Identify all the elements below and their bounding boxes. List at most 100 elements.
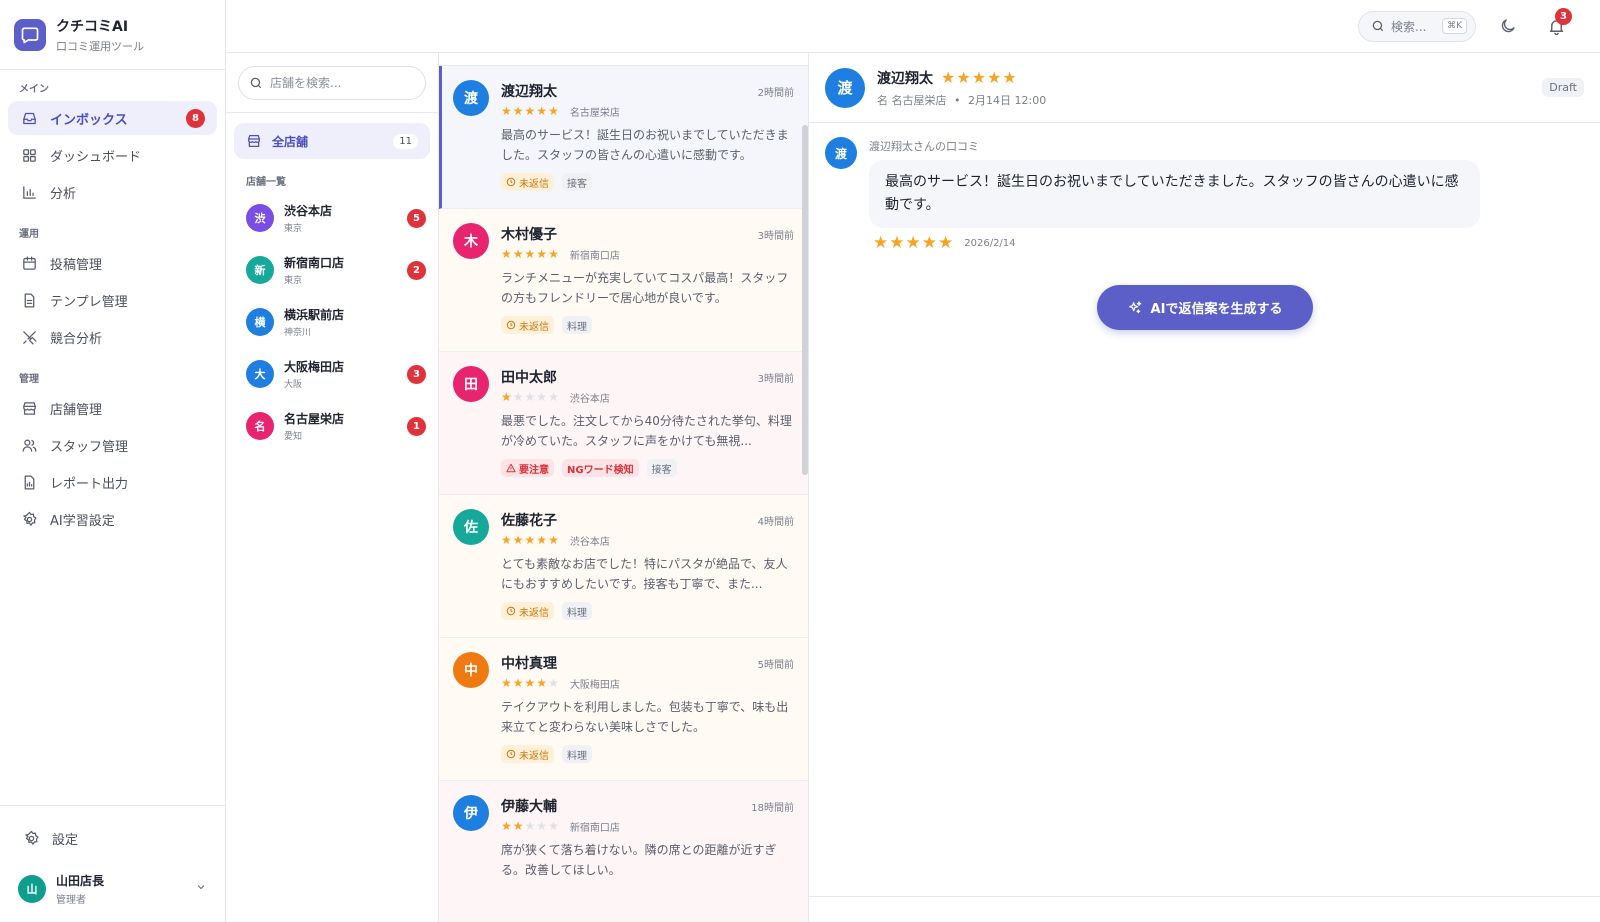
sidebar-item-gear[interactable]: AI学習設定: [8, 502, 217, 536]
review-time: 5時間前: [757, 659, 794, 671]
store-avatar: 渋: [246, 204, 274, 232]
star-empty-icon: ★: [536, 390, 548, 404]
document-icon: [20, 291, 38, 309]
sidebar-item-settings[interactable]: 設定: [0, 818, 225, 858]
store-name: 渋谷本店: [284, 204, 333, 218]
review-text-bubble: 最高のサービス！誕生日のお祝いまでしていただきました。スタッフの皆さんの心遣いに…: [869, 160, 1480, 228]
sidebar-item-store[interactable]: 店舗管理: [8, 391, 217, 425]
store-name: 大阪梅田店: [569, 679, 620, 691]
store-name: 大阪梅田店: [284, 360, 345, 374]
store-item[interactable]: 新新宿南口店 東京 2: [226, 244, 438, 296]
reviewer-name: 中村真理: [501, 656, 557, 672]
inbox-icon: [20, 109, 38, 127]
star-empty-icon: ★: [536, 819, 548, 833]
store-name: 渋谷本店: [569, 393, 610, 405]
notifications-button[interactable]: 3: [1540, 8, 1572, 42]
store-name: 名古屋栄店: [284, 412, 345, 426]
sidebar-item-users[interactable]: スタッフ管理: [8, 428, 217, 462]
review-card[interactable]: 田田中太郎 3時間前 ★ ★ ★ ★ ★ 渋谷本店 最悪でした。注文してから40分待たされた挙句…: [439, 352, 808, 495]
star-filled-icon: ★: [1002, 68, 1017, 87]
store-item[interactable]: 大大阪梅田店 大阪 3: [226, 348, 438, 400]
store-item[interactable]: 横横浜駅前店 神奈川: [226, 296, 438, 348]
sidebar-item-label: スタッフ管理: [50, 439, 129, 455]
star-filled-icon: ★: [548, 247, 559, 261]
tag-pending: 未返信: [501, 316, 554, 334]
rating-stars: ★ ★ ★ ★ ★: [501, 104, 560, 118]
content: 全店舗 11 店舗一覧 渋渋谷本店東京5新新宿南口店東京2横横浜駅前店神奈川大大…: [226, 53, 1600, 922]
star-filled-icon: ★: [501, 104, 512, 118]
store-icon: [246, 133, 262, 149]
star-filled-icon: ★: [536, 104, 548, 118]
star-filled-icon: ★: [524, 104, 536, 118]
sidebar-nav: メイン インボックス 8 ダッシュボード 分析 運用 投稿管理 テンプレ管理 競合分析 管理 店舗管…: [0, 70, 225, 539]
generate-ai-reply-button[interactable]: AIで返信案を生成する: [1096, 285, 1313, 330]
sidebar-item-report[interactable]: レポート出力: [8, 465, 217, 499]
main-area: 検索... ⌘K 3 店舗を検索... 全店舗 11 店舗一覧 渋 渋谷本店 東…: [226, 0, 1600, 922]
star-filled-icon: ★: [512, 247, 524, 261]
store-name: 名古屋栄店: [891, 93, 947, 107]
reviewer-name: 佐藤花子: [501, 513, 557, 529]
star-filled-icon: ★: [956, 68, 971, 87]
settings-label: 設定: [52, 832, 79, 848]
review-card[interactable]: 佐佐藤花子 4時間前 ★ ★ ★ ★ ★ 渋谷本店 とても素敵なお店でした！特にパスタが絶品で、…: [439, 495, 808, 638]
tag-pending: 未返信: [501, 602, 554, 620]
review-tags: 未返信 料理: [501, 745, 794, 763]
tag-pending: 未返信: [501, 173, 554, 191]
star-filled-icon: ★: [501, 247, 512, 261]
tag-label: 未返信: [519, 178, 549, 190]
review-list: 渡渡辺翔太 2時間前 ★ ★ ★ ★ ★ 名古屋栄店 最高のサービス！誕生日のお祝いまでしていた…: [439, 66, 808, 922]
ai-button-label: AIで返信案を生成する: [1150, 302, 1283, 317]
detail-footer: [809, 896, 1600, 922]
tag-pending: 未返信: [501, 745, 554, 763]
sidebar-item-document[interactable]: テンプレ管理: [8, 283, 217, 317]
reviewer-name: 木村優子: [501, 227, 557, 243]
swords-icon: [20, 328, 38, 346]
store-search-input[interactable]: [270, 75, 410, 90]
star-empty-icon: ★: [524, 819, 536, 833]
avatar: 田: [453, 366, 489, 402]
store-count-badge: 3: [407, 364, 426, 384]
tag-label: 要注意: [519, 464, 549, 476]
calendar-icon: [20, 254, 38, 272]
sidebar-item-label: AI学習設定: [50, 513, 115, 529]
tag-ng: NGワード検知: [562, 459, 639, 477]
review-list-scrollbar[interactable]: [802, 125, 808, 475]
review-tags: 未返信 料理: [501, 602, 794, 620]
sidebar-item-swords[interactable]: 競合分析: [8, 320, 217, 354]
review-card[interactable]: 渡渡辺翔太 2時間前 ★ ★ ★ ★ ★ 名古屋栄店 最高のサービス！誕生日のお祝いまでしていた…: [439, 66, 808, 209]
store-item[interactable]: 名名古屋栄店 愛知 1: [226, 400, 438, 452]
user-role: 管理者: [56, 895, 86, 906]
review-card[interactable]: 中中村真理 5時間前 ★ ★ ★ ★ ★ 大阪梅田店 テイクアウトを利用しました。包装も丁寧で、…: [439, 638, 808, 781]
sidebar-item-inbox[interactable]: インボックス 8: [8, 101, 217, 135]
notification-badge: 3: [1555, 8, 1572, 25]
user-menu[interactable]: 山 山田店長 管理者: [0, 866, 225, 912]
detail-header: 渡 渡辺翔太 ★ ★ ★ ★ ★ 名 名古屋栄店 • 2月14日 12:00 D…: [809, 53, 1600, 123]
star-filled-icon: ★: [536, 676, 548, 690]
review-tags: 未返信 接客: [501, 173, 794, 191]
search-icon: [249, 76, 263, 90]
star-filled-icon: ★: [501, 390, 512, 404]
review-card[interactable]: 伊伊藤大輔 18時間前 ★ ★ ★ ★ ★ 新宿南口店 席が狭くて落ち着けない。隣の席との距離が…: [439, 781, 808, 922]
theme-toggle-button[interactable]: [1492, 10, 1524, 42]
global-search-button[interactable]: 検索... ⌘K: [1358, 10, 1476, 42]
sidebar-footer: 設定 山 山田店長 管理者: [0, 805, 225, 922]
avatar: 渡: [453, 80, 489, 116]
sidebar-item-dashboard[interactable]: ダッシュボード: [8, 138, 217, 172]
store-item[interactable]: 渋渋谷本店 東京 5: [226, 192, 438, 244]
store-filter-all[interactable]: 全店舗 11: [234, 123, 430, 159]
review-time: 3時間前: [757, 230, 794, 242]
sidebar-item-bar-chart[interactable]: 分析: [8, 175, 217, 209]
store-avatar: 名: [246, 412, 274, 440]
store-name: 横浜駅前店: [284, 308, 345, 322]
store-name: 新宿南口店: [284, 256, 345, 270]
nav-section-heading: 管理: [19, 374, 39, 385]
tag-label: 未返信: [519, 607, 549, 619]
store-location: 東京: [284, 276, 303, 286]
star-filled-icon: ★: [889, 233, 905, 253]
review-excerpt: テイクアウトを利用しました。包装も丁寧で、味も出来立てと変わらない美味しさでした…: [501, 700, 789, 734]
brand[interactable]: クチコミAI 口コミ運用ツール: [0, 0, 225, 70]
store-count-badge: 5: [407, 208, 426, 228]
clock-icon: [506, 320, 519, 330]
review-card[interactable]: 木木村優子 3時間前 ★ ★ ★ ★ ★ 新宿南口店 ランチメニューが充実していてコスパ最高！ス…: [439, 209, 808, 352]
sidebar-item-calendar[interactable]: 投稿管理: [8, 246, 217, 280]
